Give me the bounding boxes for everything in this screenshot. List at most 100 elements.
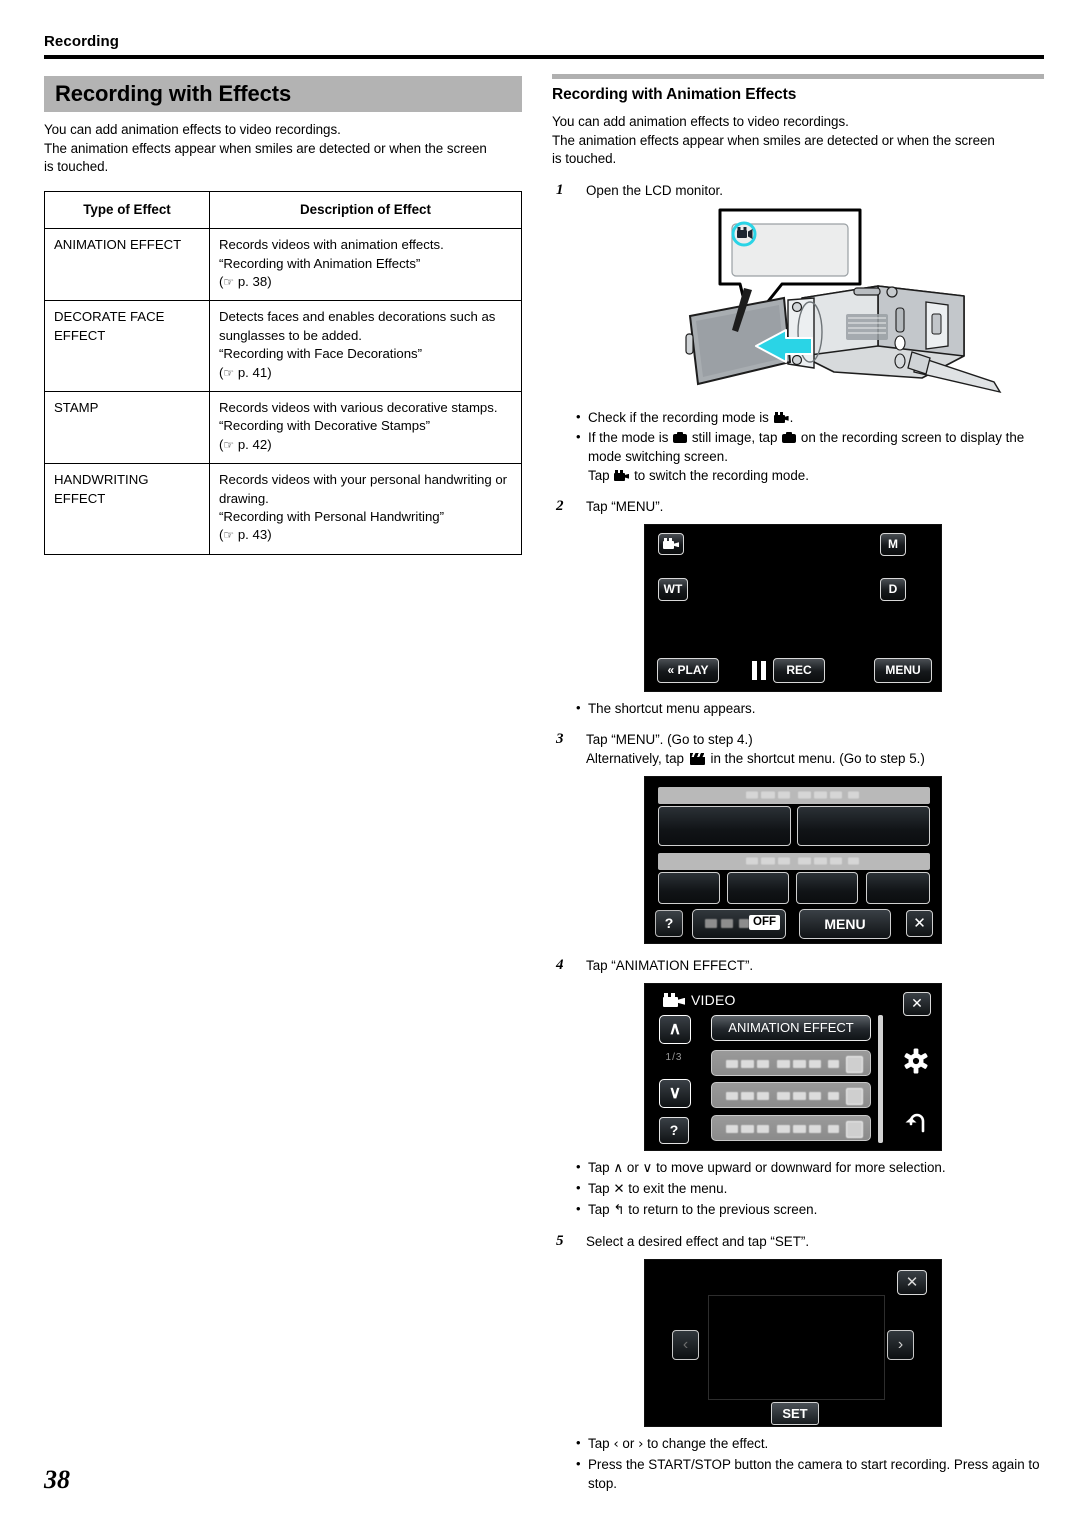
bullet-return: Tap ↰ to return to the previous screen. (552, 1199, 1044, 1220)
right-intro-line-2: The animation effects appear when smiles… (552, 132, 995, 148)
step-1-text: Open the LCD monitor. (586, 182, 723, 198)
still-image-icon (673, 431, 688, 443)
display-button[interactable]: D (880, 577, 906, 601)
right-column: Recording with Animation Effects You can… (552, 74, 1044, 1494)
effect-type: ANIMATION EFFECT (44, 228, 210, 302)
step-3-line-2-b: in the shortcut menu. (Go to step 5.) (710, 750, 925, 766)
effect-desc-line-2: “Recording with Face Decorations” (219, 346, 423, 362)
step-2: 2 Tap “MENU”. (552, 497, 1044, 516)
play-button[interactable]: « PLAY (657, 657, 719, 683)
help-button[interactable]: ? (659, 1116, 689, 1144)
menu-item-4[interactable] (711, 1114, 871, 1141)
section-rule (552, 74, 1044, 79)
shortcut-menu-screen[interactable]: ? OFF MENU ✕ (644, 775, 942, 944)
recording-screen[interactable]: M WT D « PLAY REC MENU (644, 523, 942, 692)
effect-preview-screen[interactable]: ✕ ‹ › SET (644, 1258, 942, 1427)
table-row: STAMP Records videos with various decora… (44, 391, 522, 465)
video-mode-button[interactable] (658, 532, 684, 555)
bullet-exit-b: to exit the menu. (628, 1180, 728, 1196)
scroll-down-button[interactable]: ∨ (659, 1078, 691, 1108)
bullet-check-mode: Check if the recording mode is . (552, 407, 1044, 427)
category-bar-2 (658, 852, 930, 870)
effect-desc-line-1: Records videos with various decorative s… (219, 400, 498, 416)
table-row: DECORATE FACE EFFECT Detects faces and e… (44, 300, 522, 393)
step-5-text: Select a desired effect and tap “SET”. (586, 1233, 810, 1249)
menu-item-2[interactable] (711, 1049, 871, 1076)
effect-desc-line-1: Records videos with your personal handwr… (219, 472, 508, 506)
menu-button[interactable]: MENU (874, 657, 932, 683)
effect-desc-line-1: Records videos with animation effects. (219, 237, 444, 253)
menu-item-3[interactable] (711, 1081, 871, 1108)
shortcut-tile-1[interactable] (658, 805, 791, 846)
manual-page: Recording Recording with Effects You can… (0, 0, 1080, 1527)
menu-button[interactable]: MENU (799, 908, 891, 939)
close-icon[interactable]: ✕ (897, 1269, 927, 1295)
step-1-bullets: Check if the recording mode is . If the … (552, 407, 1044, 485)
effect-page-ref: (☞ p. 41) (219, 364, 272, 380)
bullet-change-a: Tap (588, 1435, 610, 1451)
bullet-exit: Tap ✕ to exit the menu. (552, 1178, 1044, 1199)
scrollbar[interactable] (878, 1014, 883, 1143)
step-3-line-1: Tap “MENU”. (Go to step 4.) (586, 731, 753, 747)
shortcut-tile-5[interactable] (796, 871, 858, 904)
manual-mode-button[interactable]: M (880, 532, 906, 556)
next-effect-button[interactable]: › (887, 1329, 914, 1360)
chevron-left-icon: ‹ (613, 1436, 619, 1452)
effect-desc-line-2: “Recording with Personal Handwriting” (219, 509, 445, 525)
right-intro: You can add animation effects to video r… (552, 113, 1044, 169)
effect-desc-line-2: “Recording with Decorative Stamps” (219, 418, 431, 434)
previous-effect-button[interactable]: ‹ (672, 1329, 699, 1360)
shortcut-tile-4[interactable] (727, 871, 789, 904)
step-4-bullets: Tap ∧ or ∨ to move upward or downward fo… (552, 1157, 1044, 1220)
step-5: 5 Select a desired effect and tap “SET”. (552, 1232, 1044, 1251)
rec-button[interactable]: REC (773, 657, 825, 683)
effect-desc-line-2: “Recording with Animation Effects” (219, 255, 421, 271)
bullet-scroll-b: to move upward or downward for more sele… (656, 1159, 946, 1175)
bullet-scroll: Tap ∧ or ∨ to move upward or downward fo… (552, 1157, 1044, 1178)
header-rule (44, 55, 1044, 59)
bullet-change-b: to change the effect. (647, 1435, 769, 1451)
shortcut-tile-6[interactable] (866, 871, 930, 904)
pause-icon (752, 660, 767, 680)
effect-page-ref-text: p. 43 (237, 527, 268, 543)
bullet-exit-a: Tap (588, 1180, 610, 1196)
shortcut-tile-2[interactable] (797, 805, 930, 846)
effect-page-ref-text: p. 38 (237, 274, 268, 289)
video-camera-icon (663, 992, 685, 1007)
video-mode-icon (614, 469, 629, 481)
bullet-check-mode-tail: . (789, 409, 794, 425)
step-5-bullets: Tap ‹ or › to change the effect. Press t… (552, 1433, 1044, 1493)
shortcut-tile-3[interactable] (658, 871, 720, 904)
page-title: Recording with Effects (44, 76, 522, 112)
step-2-number: 2 (556, 497, 564, 514)
step-1-number: 1 (556, 181, 564, 198)
step-3-line-2-a: Alternatively, tap (586, 750, 684, 766)
effect-desc-line-1: Detects faces and enables decorations su… (219, 309, 496, 343)
bullet-shortcut-menu: The shortcut menu appears. (552, 698, 1044, 718)
help-button[interactable]: ? (655, 909, 683, 937)
table-row: ANIMATION EFFECT Records videos with ani… (44, 228, 522, 302)
effect-page-ref: (☞ p. 42) (219, 436, 272, 452)
effect-toggle[interactable]: OFF (692, 908, 786, 939)
running-head: Recording (44, 33, 120, 50)
scroll-up-button[interactable]: ∧ (659, 1014, 691, 1044)
chevron-down-icon: ∨ (642, 1160, 653, 1176)
effect-description: Detects faces and enables decorations su… (209, 300, 522, 393)
chevron-up-icon: ∧ (613, 1160, 624, 1176)
effect-page-ref-text: p. 42 (237, 436, 268, 452)
menu-item-animation-effect[interactable]: ANIMATION EFFECT (711, 1014, 871, 1041)
gear-icon[interactable] (901, 1046, 931, 1076)
close-icon[interactable]: ✕ (903, 991, 931, 1016)
camcorder-svg (685, 208, 1002, 393)
close-icon[interactable]: ✕ (906, 909, 933, 937)
pointing-hand-icon: ☞ (223, 528, 235, 543)
left-column: Recording with Effects You can add anima… (44, 76, 522, 555)
set-button[interactable]: SET (771, 1401, 819, 1425)
camcorder-illustration (664, 206, 1004, 401)
effect-page-ref-text: p. 41 (237, 364, 268, 380)
zoom-wt-button[interactable]: WT (658, 577, 688, 601)
back-arrow-icon[interactable] (901, 1108, 931, 1138)
right-intro-line-1: You can add animation effects to video r… (552, 114, 849, 129)
section-title: Recording with Animation Effects (552, 86, 797, 103)
video-menu-screen[interactable]: VIDEO ✕ ∧ 1/3 ∨ ? ANIMATION EFFECT (644, 982, 942, 1151)
